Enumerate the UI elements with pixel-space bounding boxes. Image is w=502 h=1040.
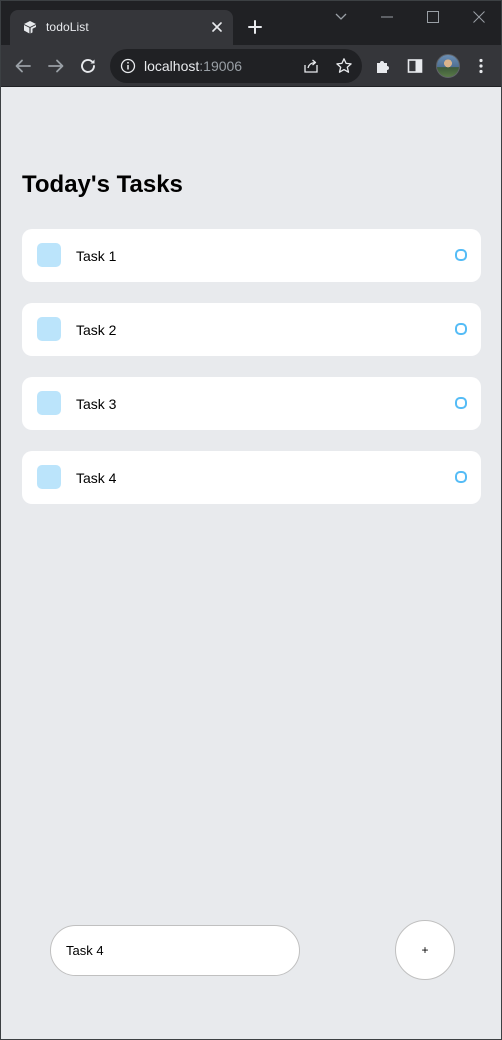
task-label: Task 4 — [76, 470, 117, 486]
url-port: :19006 — [199, 58, 243, 74]
task-circle-icon[interactable] — [455, 249, 467, 261]
task-label: Task 1 — [76, 248, 117, 264]
task-circle-icon[interactable] — [455, 397, 467, 409]
side-panel-icon[interactable] — [404, 55, 426, 77]
task-list: Task 1 Task 2 Task 3 Task 4 — [22, 229, 481, 525]
reload-icon[interactable] — [77, 55, 99, 77]
add-task-button[interactable]: + — [395, 920, 455, 980]
chevron-down-icon[interactable] — [333, 9, 349, 25]
maximize-icon[interactable] — [425, 9, 441, 25]
info-icon[interactable] — [120, 58, 136, 74]
tab-strip: todoList — [1, 1, 501, 45]
expo-logo-icon — [22, 19, 38, 35]
page-title: Today's Tasks — [22, 171, 183, 198]
close-icon[interactable] — [209, 19, 225, 35]
url-host: localhost — [144, 58, 200, 74]
plus-icon[interactable] — [245, 17, 265, 37]
task-circle-icon[interactable] — [455, 471, 467, 483]
task-item[interactable]: Task 4 — [22, 451, 481, 504]
task-circle-icon[interactable] — [455, 323, 467, 335]
task-square-icon — [37, 465, 61, 489]
forward-arrow-icon[interactable] — [45, 55, 67, 77]
task-label: Task 3 — [76, 396, 117, 412]
task-input[interactable] — [50, 925, 300, 976]
tab-title: todoList — [46, 20, 89, 34]
back-arrow-icon[interactable] — [12, 55, 34, 77]
browser-toolbar: localhost:19006 — [1, 45, 501, 87]
task-item[interactable]: Task 3 — [22, 377, 481, 430]
browser-window: todoList localhost:19006 Today's Tasks T… — [0, 0, 502, 1040]
task-square-icon — [37, 243, 61, 267]
task-square-icon — [37, 391, 61, 415]
kebab-menu-icon[interactable] — [470, 55, 492, 77]
puzzle-icon[interactable] — [372, 55, 394, 77]
url-text[interactable]: localhost:19006 — [144, 58, 242, 74]
task-item[interactable]: Task 1 — [22, 229, 481, 282]
add-button-label: + — [421, 943, 429, 957]
app-page: Today's Tasks Task 1 Task 2 Task 3 Task … — [1, 87, 501, 1039]
address-bar[interactable]: localhost:19006 — [110, 49, 362, 83]
browser-tab[interactable]: todoList — [10, 10, 233, 45]
task-item[interactable]: Task 2 — [22, 303, 481, 356]
task-label: Task 2 — [76, 322, 117, 338]
avatar[interactable] — [436, 54, 460, 78]
window-close-icon[interactable] — [471, 9, 487, 25]
star-icon[interactable] — [335, 57, 353, 75]
task-square-icon — [37, 317, 61, 341]
minimize-icon[interactable] — [379, 9, 395, 25]
share-icon[interactable] — [303, 58, 319, 74]
